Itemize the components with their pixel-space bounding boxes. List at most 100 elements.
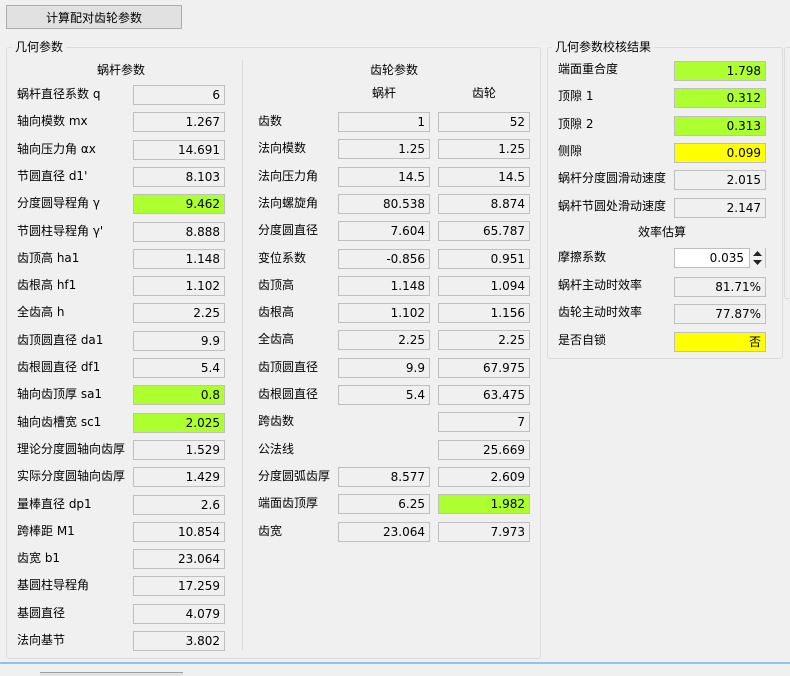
chevron-up-icon[interactable] xyxy=(750,249,765,258)
gear-param-label: 跨齿数 xyxy=(258,414,295,429)
calc-mating-gear-button[interactable]: 计算配对齿轮参数 xyxy=(6,5,182,29)
worm-param-label: 节圆柱导程角 γ' xyxy=(17,223,104,238)
gear-param-label: 齿宽 xyxy=(258,523,283,538)
gear-col-gear-header: 齿轮 xyxy=(472,86,497,100)
worm-param-value[interactable]: 8.888 xyxy=(133,221,225,242)
worm-param-label: 齿顶高 ha1 xyxy=(17,250,80,265)
gear-param-worm-value[interactable]: 8.577 xyxy=(338,466,430,487)
worm-param-value[interactable]: 10.854 xyxy=(133,521,225,542)
worm-param-label: 蜗杆直径系数 q xyxy=(17,87,101,101)
worm-param-label: 法向基节 xyxy=(17,633,66,647)
worm-param-value[interactable]: 3.802 xyxy=(133,631,225,651)
gear-param-label: 公法线 xyxy=(258,441,295,456)
worm-param-value[interactable]: 0.8 xyxy=(133,385,225,406)
worm-param-value[interactable]: 1.529 xyxy=(133,439,225,460)
gear-param-worm-value[interactable]: 1.102 xyxy=(338,303,430,324)
calc-mating-gear-button-label: 计算配对齿轮参数 xyxy=(45,10,142,25)
worm-param-value[interactable]: 1.102 xyxy=(133,276,225,297)
efficiency-label: 蜗杆主动时效率 xyxy=(558,278,643,292)
gear-param-gear-value[interactable]: 1.156 xyxy=(438,303,530,324)
worm-param-value[interactable]: 1.429 xyxy=(133,467,225,488)
gear-param-worm-value[interactable]: 1.25 xyxy=(338,139,430,160)
gear-param-worm-value[interactable]: 7.604 xyxy=(338,221,430,242)
gear-param-gear-value[interactable]: 67.975 xyxy=(438,357,530,378)
worm-param-label: 全齿高 h xyxy=(17,305,65,320)
gear-param-gear-value[interactable]: 1.25 xyxy=(438,139,530,160)
efficiency-value[interactable]: 否 xyxy=(674,331,766,352)
worm-param-value[interactable]: 2.25 xyxy=(133,303,225,324)
worm-param-value[interactable]: 1.267 xyxy=(133,112,225,133)
gear-param-worm-value[interactable]: 9.9 xyxy=(338,357,430,378)
worm-param-label: 节圆直径 d1' xyxy=(17,168,88,183)
gear-param-worm-value[interactable]: 80.538 xyxy=(338,193,430,214)
worm-param-value[interactable]: 4.079 xyxy=(133,603,225,624)
gear-col-worm-header: 蜗杆 xyxy=(372,86,397,100)
efficiency-value[interactable]: 81.71% xyxy=(674,277,766,297)
worm-param-value[interactable]: 9.462 xyxy=(133,194,225,215)
check-result-value[interactable]: 0.313 xyxy=(674,115,766,136)
gear-param-label: 法向模数 xyxy=(258,141,307,156)
worm-param-label: 轴向压力角 αx xyxy=(17,141,96,156)
gear-param-gear-value[interactable]: 1.982 xyxy=(438,494,530,515)
efficiency-label: 齿轮主动时效率 xyxy=(558,305,643,320)
gear-param-worm-value[interactable]: 1.148 xyxy=(338,275,430,296)
friction-label: 摩擦系数 xyxy=(558,250,607,264)
gear-param-gear-value[interactable]: 2.25 xyxy=(438,330,530,351)
gear-param-gear-value[interactable]: 63.475 xyxy=(438,385,530,405)
gear-params-header: 齿轮参数 xyxy=(370,63,419,77)
worm-param-label: 轴向模数 mx xyxy=(17,114,88,129)
gear-param-gear-value[interactable]: 65.787 xyxy=(438,221,530,242)
gear-param-worm-value[interactable]: 1 xyxy=(338,112,430,132)
gear-param-worm-value[interactable]: 6.25 xyxy=(338,494,430,515)
gear-param-worm-value[interactable]: 23.064 xyxy=(338,521,430,542)
gear-param-gear-value[interactable]: 52 xyxy=(438,112,530,132)
bottom-divider xyxy=(0,662,790,664)
worm-param-value[interactable]: 2.6 xyxy=(133,494,225,515)
worm-param-value[interactable]: 1.148 xyxy=(133,248,225,269)
check-result-value[interactable]: 0.312 xyxy=(674,88,766,109)
gear-param-label: 齿根圆直径 xyxy=(258,387,319,401)
gear-param-gear-value[interactable]: 14.5 xyxy=(438,166,530,187)
worm-param-label: 齿顶圆直径 da1 xyxy=(17,332,104,347)
worm-param-value[interactable]: 9.9 xyxy=(133,330,225,351)
gear-param-worm-value[interactable]: 2.25 xyxy=(338,330,430,351)
bottom-tab-edge xyxy=(40,672,183,676)
worm-param-value[interactable]: 14.691 xyxy=(133,139,225,160)
gear-param-gear-value[interactable]: 0.951 xyxy=(438,248,530,269)
gear-param-worm-value[interactable]: 14.5 xyxy=(338,166,430,187)
efficiency-header: 效率估算 xyxy=(638,225,687,239)
worm-param-value[interactable]: 17.259 xyxy=(133,576,225,597)
gear-param-worm-value[interactable]: -0.856 xyxy=(338,248,430,269)
check-result-value[interactable]: 1.798 xyxy=(674,61,766,81)
worm-param-label: 轴向齿槽宽 sc1 xyxy=(17,414,102,429)
efficiency-value[interactable]: 77.87% xyxy=(674,304,766,325)
gear-param-label: 分度圆直径 xyxy=(258,223,319,238)
gear-param-label: 端面齿顶厚 xyxy=(258,496,319,511)
gear-param-label: 齿数 xyxy=(258,114,283,128)
worm-params-header: 蜗杆参数 xyxy=(97,63,146,77)
worm-param-label: 实际分度圆轴向齿厚 xyxy=(17,469,126,484)
worm-param-label: 分度圆导程角 γ xyxy=(17,196,100,211)
gear-param-worm-value[interactable]: 5.4 xyxy=(338,385,430,405)
geometry-params-title: 几何参数 xyxy=(12,40,67,54)
worm-param-label: 基圆直径 xyxy=(17,605,66,620)
gear-param-gear-value[interactable]: 7.973 xyxy=(438,521,530,542)
check-result-label: 侧隙 xyxy=(558,143,583,158)
gear-param-gear-value[interactable]: 1.094 xyxy=(438,275,530,296)
worm-param-value[interactable]: 8.103 xyxy=(133,166,225,187)
chevron-down-icon[interactable] xyxy=(750,258,765,267)
worm-param-value[interactable]: 2.025 xyxy=(133,412,225,433)
gear-param-gear-value[interactable]: 2.609 xyxy=(438,466,530,487)
gear-param-gear-value[interactable]: 8.874 xyxy=(438,193,530,214)
check-result-value[interactable]: 2.147 xyxy=(674,197,766,218)
worm-param-value[interactable]: 23.064 xyxy=(133,549,225,570)
check-result-value[interactable]: 2.015 xyxy=(674,170,766,191)
friction-spinner[interactable] xyxy=(749,248,765,268)
worm-param-label: 基圆柱导程角 xyxy=(17,578,90,593)
check-result-value[interactable]: 0.099 xyxy=(674,142,766,163)
worm-param-value[interactable]: 6 xyxy=(133,85,225,105)
gear-param-label: 齿顶高 xyxy=(258,277,295,292)
worm-param-value[interactable]: 5.4 xyxy=(133,358,225,378)
gear-param-gear-value[interactable]: 7 xyxy=(438,412,530,433)
gear-param-gear-value[interactable]: 25.669 xyxy=(438,439,530,460)
